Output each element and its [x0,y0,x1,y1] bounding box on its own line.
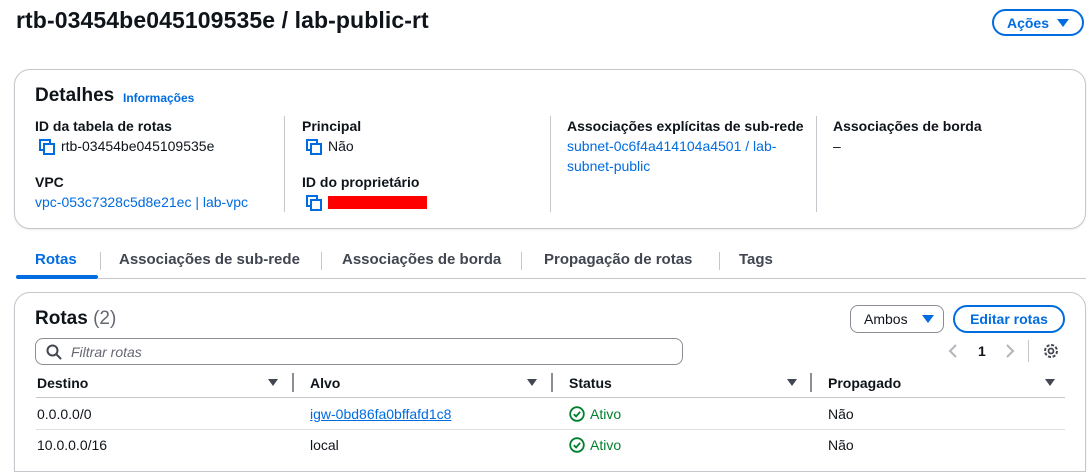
search-icon [46,344,62,359]
status-check-icon [569,406,585,422]
main-value: Não [328,138,354,154]
route-target: local [310,437,339,453]
route-table-id-value: rtb-03454be045109535e [61,138,215,154]
column-header-propagated[interactable]: Propagado [828,375,901,391]
sort-caret-icon[interactable] [527,379,537,386]
tab-active-indicator [16,275,98,279]
caret-down-icon [1057,18,1070,27]
owner-id-label: ID do proprietário [302,174,420,190]
tab-divider [100,252,101,270]
routes-filter-select-value: Ambos [864,311,908,327]
edge-assoc-value: – [833,138,841,154]
row-divider [36,429,1065,430]
tab-edge-associations[interactable]: Associações de borda [342,251,501,268]
page-title: rtb-03454be045109535e / lab-public-rt [16,7,429,33]
routes-search-input[interactable]: Filtrar rotas [35,338,683,365]
route-destination: 10.0.0.0/16 [37,437,108,453]
details-divider [284,116,285,212]
settings-gear-icon[interactable] [1042,342,1060,360]
routes-search-placeholder: Filtrar rotas [71,343,142,360]
route-propagated: Não [828,437,854,453]
caret-down-icon [921,315,934,323]
column-header-status[interactable]: Status [569,375,612,391]
route-status-text: Ativo [590,437,622,453]
vpc-link[interactable]: vpc-053c7328c5d8e21ec | lab-vpc [35,192,248,212]
column-divider[interactable] [810,373,812,392]
tab-rotas[interactable]: Rotas [35,251,77,268]
details-divider [550,116,551,212]
actions-button-label: Ações [1006,14,1050,31]
tab-divider [521,252,522,270]
sort-caret-icon[interactable] [787,379,797,386]
route-propagated: Não [828,406,854,422]
route-status: Ativo [569,406,621,422]
pagination-divider [1028,340,1029,362]
explicit-subnet-assoc-line1: subnet-0c6f4a414104a4501 / lab- [567,138,777,154]
status-check-icon [569,437,585,453]
column-header-target[interactable]: Alvo [310,375,340,391]
route-status: Ativo [569,437,621,453]
copy-icon[interactable] [39,139,55,155]
chevron-left-icon[interactable] [947,343,959,359]
route-target-link[interactable]: igw-0bd86fa0bffafd1c8 [310,406,451,422]
tab-tags[interactable]: Tags [739,251,773,268]
explicit-subnet-assoc-link[interactable]: subnet-0c6f4a414104a4501 / lab- subnet-p… [567,136,776,176]
tabs-baseline [98,278,1086,279]
tab-route-propagation[interactable]: Propagação de rotas [544,251,692,268]
header-row-divider [36,397,1065,398]
sort-caret-icon[interactable] [1045,379,1055,386]
routes-title: Rotas (2) [35,308,116,330]
route-destination: 0.0.0.0/0 [37,406,92,422]
tab-divider [719,252,720,270]
details-title: Detalhes [35,85,115,106]
actions-button[interactable]: Ações [992,9,1084,36]
main-label: Principal [302,118,362,134]
tab-subnet-associations[interactable]: Associações de sub-rede [119,251,300,268]
route-status-text: Ativo [590,406,622,422]
routes-count: (2) [93,308,117,329]
copy-icon[interactable] [306,139,322,155]
explicit-subnet-assoc-line2: subnet-public [567,158,651,174]
owner-id-redaction [328,196,427,209]
edge-assoc-label: Associações de borda [833,118,982,134]
current-page-number[interactable]: 1 [978,343,986,359]
chevron-right-icon[interactable] [1004,343,1016,359]
routes-title-text: Rotas [35,308,88,329]
column-header-destination[interactable]: Destino [37,375,88,391]
details-divider [816,116,817,212]
explicit-subnet-assoc-label: Associações explícitas de sub-rede [567,118,804,134]
column-divider[interactable] [292,373,294,392]
edit-routes-button[interactable]: Editar rotas [953,305,1065,333]
tab-divider [321,252,322,270]
route-table-id-label: ID da tabela de rotas [35,118,172,134]
column-divider[interactable] [551,373,553,392]
vpc-label: VPC [35,174,64,190]
edit-routes-button-label: Editar rotas [970,311,1048,327]
sort-caret-icon[interactable] [268,379,278,386]
copy-icon[interactable] [306,195,322,211]
routes-filter-select[interactable]: Ambos [850,305,944,333]
details-info-link[interactable]: Informações [123,91,194,105]
